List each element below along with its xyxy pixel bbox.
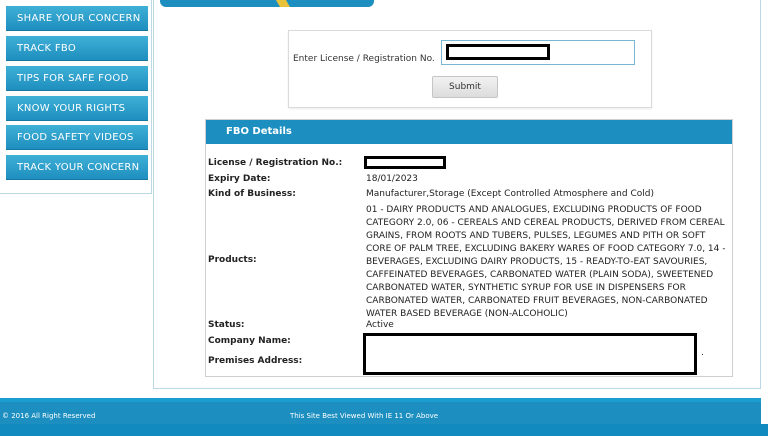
kind-of-business-value: Manufacturer,Storage (Except Controlled … <box>366 189 654 199</box>
kind-of-business-label: Kind of Business: <box>208 189 296 199</box>
license-input-label: Enter License / Registration No. <box>293 54 435 64</box>
status-value: Active <box>366 320 394 330</box>
submit-button[interactable]: Submit <box>432 76 498 98</box>
products-label: Products: <box>208 255 257 265</box>
menu-share-your-concern[interactable]: SHARE YOUR CONCERN <box>6 6 148 31</box>
footer-copyright: © 2016 All Right Reserved <box>2 412 96 420</box>
menu-track-fbo[interactable]: TRACK FBO <box>6 36 148 61</box>
products-value: 01 - DAIRY PRODUCTS AND ANALOGUES, EXCLU… <box>366 205 726 319</box>
redacted-license-number <box>364 156 446 169</box>
status-label: Status: <box>208 320 245 330</box>
left-menu-panel: SHARE YOUR CONCERN TRACK FBO TIPS FOR SA… <box>0 0 152 194</box>
expiry-date-value: 18/01/2023 <box>366 174 418 184</box>
footer-bottom-strip <box>0 424 768 436</box>
menu-tips-for-safe-food[interactable]: TIPS FOR SAFE FOOD <box>6 66 148 91</box>
redacted-company-and-address <box>363 333 697 375</box>
menu-track-your-concern[interactable]: TRACK YOUR CONCERN <box>6 155 148 180</box>
expiry-date-label: Expiry Date: <box>208 174 271 184</box>
menu-know-your-rights[interactable]: KNOW YOUR RIGHTS <box>6 96 148 121</box>
fbo-details-title: FBO Details <box>206 120 732 144</box>
menu-food-safety-videos[interactable]: FOOD SAFETY VIDEOS <box>6 125 148 150</box>
license-number-label: License / Registration No.: <box>208 158 343 168</box>
redacted-license-input <box>446 44 550 60</box>
footer-browser-note: This Site Best Viewed With IE 11 Or Abov… <box>290 412 439 420</box>
trailing-dot: . <box>701 348 704 358</box>
premises-address-label: Premises Address: <box>208 356 303 366</box>
company-name-label: Company Name: <box>208 336 291 346</box>
top-banner-tab <box>160 0 374 7</box>
